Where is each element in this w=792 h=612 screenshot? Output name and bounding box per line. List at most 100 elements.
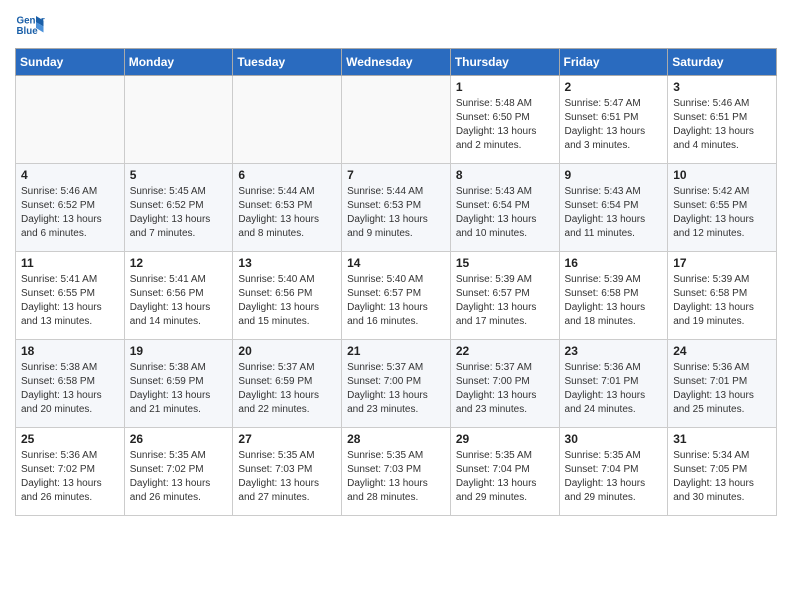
- sunrise-time: Sunrise: 5:46 AM: [21, 185, 119, 199]
- sunrise-time: Sunrise: 5:37 AM: [456, 361, 554, 375]
- sunset-time: Sunset: 6:51 PM: [673, 111, 771, 125]
- week-row-5: 25Sunrise: 5:36 AMSunset: 7:02 PMDayligh…: [16, 428, 777, 516]
- daylight-hours: Daylight: 13 hours: [347, 389, 445, 403]
- day-number: 25: [21, 432, 119, 446]
- sunset-time: Sunset: 6:59 PM: [238, 375, 336, 389]
- cell-continuation: and 25 minutes.: [673, 403, 771, 417]
- cell-continuation: and 13 minutes.: [21, 315, 119, 329]
- calendar-cell: 4Sunrise: 5:46 AMSunset: 6:52 PMDaylight…: [16, 164, 125, 252]
- calendar-cell: 15Sunrise: 5:39 AMSunset: 6:57 PMDayligh…: [450, 252, 559, 340]
- sunrise-time: Sunrise: 5:39 AM: [673, 273, 771, 287]
- sunrise-time: Sunrise: 5:44 AM: [238, 185, 336, 199]
- sunset-time: Sunset: 6:54 PM: [565, 199, 663, 213]
- cell-continuation: and 27 minutes.: [238, 491, 336, 505]
- daylight-hours: Daylight: 13 hours: [565, 301, 663, 315]
- sunrise-time: Sunrise: 5:37 AM: [238, 361, 336, 375]
- sunrise-time: Sunrise: 5:35 AM: [347, 449, 445, 463]
- daylight-hours: Daylight: 13 hours: [347, 477, 445, 491]
- cell-continuation: and 17 minutes.: [456, 315, 554, 329]
- daylight-hours: Daylight: 13 hours: [673, 213, 771, 227]
- daylight-hours: Daylight: 13 hours: [347, 213, 445, 227]
- day-number: 16: [565, 256, 663, 270]
- sunset-time: Sunset: 6:53 PM: [347, 199, 445, 213]
- weekday-header-thursday: Thursday: [450, 49, 559, 76]
- day-number: 3: [673, 80, 771, 94]
- daylight-hours: Daylight: 13 hours: [565, 125, 663, 139]
- daylight-hours: Daylight: 13 hours: [21, 389, 119, 403]
- sunrise-time: Sunrise: 5:34 AM: [673, 449, 771, 463]
- daylight-hours: Daylight: 13 hours: [456, 477, 554, 491]
- cell-continuation: and 3 minutes.: [565, 139, 663, 153]
- cell-continuation: and 26 minutes.: [130, 491, 228, 505]
- day-number: 20: [238, 344, 336, 358]
- sunset-time: Sunset: 6:53 PM: [238, 199, 336, 213]
- day-number: 12: [130, 256, 228, 270]
- cell-continuation: and 29 minutes.: [456, 491, 554, 505]
- day-number: 5: [130, 168, 228, 182]
- calendar-cell: 27Sunrise: 5:35 AMSunset: 7:03 PMDayligh…: [233, 428, 342, 516]
- sunset-time: Sunset: 7:03 PM: [347, 463, 445, 477]
- sunset-time: Sunset: 6:58 PM: [21, 375, 119, 389]
- cell-continuation: and 18 minutes.: [565, 315, 663, 329]
- calendar-cell: 16 Sunrise: 5:39 AMSunset: 6:58 PMDayligh…: [559, 252, 668, 340]
- sunset-time: Sunset: 7:02 PM: [130, 463, 228, 477]
- sunset-time: Sunset: 6:55 PM: [21, 287, 119, 301]
- sunrise-time: Sunrise: 5:35 AM: [238, 449, 336, 463]
- cell-continuation: and 14 minutes.: [130, 315, 228, 329]
- sunset-time: Sunset: 6:57 PM: [456, 287, 554, 301]
- sunrise-time: Sunrise: 5:36 AM: [673, 361, 771, 375]
- daylight-hours: Daylight: 13 hours: [456, 213, 554, 227]
- cell-continuation: and 12 minutes.: [673, 227, 771, 241]
- day-number: 9: [565, 168, 663, 182]
- daylight-hours: Daylight: 13 hours: [456, 389, 554, 403]
- calendar-cell: 1Sunrise: 5:48 AMSunset: 6:50 PMDaylight…: [450, 76, 559, 164]
- sunset-time: Sunset: 7:05 PM: [673, 463, 771, 477]
- weekday-header-wednesday: Wednesday: [342, 49, 451, 76]
- sunset-time: Sunset: 7:04 PM: [565, 463, 663, 477]
- day-number: 23: [565, 344, 663, 358]
- calendar-cell: 13Sunrise: 5:40 AMSunset: 6:56 PMDayligh…: [233, 252, 342, 340]
- sunset-time: Sunset: 6:58 PM: [673, 287, 771, 301]
- daylight-hours: Daylight: 13 hours: [673, 301, 771, 315]
- weekday-header-row: SundayMondayTuesdayWednesdayThursdayFrid…: [16, 49, 777, 76]
- cell-continuation: and 10 minutes.: [456, 227, 554, 241]
- day-number: 31: [673, 432, 771, 446]
- calendar-cell: 24Sunrise: 5:36 AMSunset: 7:01 PMDayligh…: [668, 340, 777, 428]
- sunset-time: Sunset: 6:52 PM: [130, 199, 228, 213]
- day-number: 10: [673, 168, 771, 182]
- calendar-cell: [342, 76, 451, 164]
- logo-icon: General Blue: [15, 10, 45, 40]
- daylight-hours: Daylight: 13 hours: [21, 213, 119, 227]
- calendar-cell: [124, 76, 233, 164]
- cell-continuation: and 24 minutes.: [565, 403, 663, 417]
- sunrise-time: Sunrise: 5:43 AM: [456, 185, 554, 199]
- sunrise-time: Sunrise: 5:46 AM: [673, 97, 771, 111]
- cell-continuation: and 23 minutes.: [347, 403, 445, 417]
- cell-continuation: and 29 minutes.: [565, 491, 663, 505]
- sunset-time: Sunset: 7:00 PM: [456, 375, 554, 389]
- sunset-time: Sunset: 7:02 PM: [21, 463, 119, 477]
- sunrise-time: Sunrise: 5:37 AM: [347, 361, 445, 375]
- sunrise-time: Sunrise: 5:47 AM: [565, 97, 663, 111]
- cell-continuation: and 22 minutes.: [238, 403, 336, 417]
- daylight-hours: Daylight: 13 hours: [238, 213, 336, 227]
- calendar-cell: 6Sunrise: 5:44 AMSunset: 6:53 PMDaylight…: [233, 164, 342, 252]
- daylight-hours: Daylight: 13 hours: [673, 477, 771, 491]
- sunrise-time: Sunrise: 5:39 AM: [565, 273, 663, 287]
- day-number: 1: [456, 80, 554, 94]
- day-number: 27: [238, 432, 336, 446]
- calendar-cell: 19Sunrise: 5:38 AMSunset: 6:59 PMDayligh…: [124, 340, 233, 428]
- calendar-cell: 2Sunrise: 5:47 AMSunset: 6:51 PMDaylight…: [559, 76, 668, 164]
- weekday-header-monday: Monday: [124, 49, 233, 76]
- daylight-hours: Daylight: 13 hours: [21, 301, 119, 315]
- sunrise-time: Sunrise: 5:42 AM: [673, 185, 771, 199]
- day-number: 13: [238, 256, 336, 270]
- calendar-cell: 12Sunrise: 5:41 AMSunset: 6:56 PMDayligh…: [124, 252, 233, 340]
- sunset-time: Sunset: 6:55 PM: [673, 199, 771, 213]
- cell-continuation: and 19 minutes.: [673, 315, 771, 329]
- calendar-cell: 30Sunrise: 5:35 AMSunset: 7:04 PMDayligh…: [559, 428, 668, 516]
- calendar-cell: 25Sunrise: 5:36 AMSunset: 7:02 PMDayligh…: [16, 428, 125, 516]
- daylight-hours: Daylight: 13 hours: [21, 477, 119, 491]
- sunrise-time: Sunrise: 5:44 AM: [347, 185, 445, 199]
- sunset-time: Sunset: 6:58 PM: [565, 287, 663, 301]
